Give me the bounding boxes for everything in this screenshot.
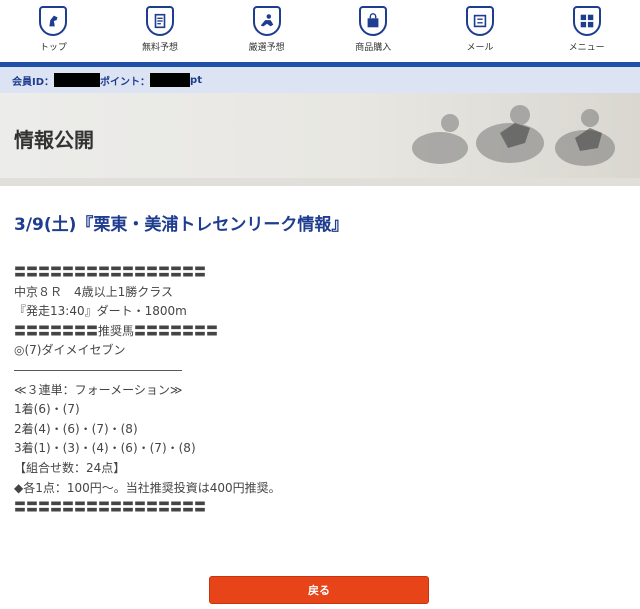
article-line: ≪３連単：フォーメーション≫ xyxy=(14,382,183,397)
article-title: 3/9(土)『栗東・美浦トレセンリーク情報』 xyxy=(14,215,349,235)
article-body: 〓〓〓〓〓〓〓〓〓〓〓〓〓〓〓〓 中京８Ｒ 4歳以上1勝クラス 『発走13:40… xyxy=(14,263,640,518)
nav-item-selected-prediction[interactable]: 厳選予想 xyxy=(217,6,317,53)
article-line: 1着(6)・(7) xyxy=(14,402,80,417)
member-id-label: 会員ID： xyxy=(12,76,55,88)
nav-label: メール xyxy=(466,43,494,53)
nav-label: 商品購入 xyxy=(355,43,392,53)
points-label: ポイント： xyxy=(100,76,151,88)
article-line: 2着(4)・(6)・(7)・(8) xyxy=(14,421,138,436)
document-icon xyxy=(145,6,174,36)
article-line: ―――――――――――――― xyxy=(14,362,182,377)
article-line: 【組合せ数：24点】 xyxy=(14,460,126,475)
article-line: 〓〓〓〓〓〓〓推奨馬〓〓〓〓〓〓〓 xyxy=(14,323,219,338)
article-line: 〓〓〓〓〓〓〓〓〓〓〓〓〓〓〓〓 xyxy=(14,500,207,515)
top-nav: トップ 無料予想 厳選予想 商品購入 メール メニュー xyxy=(0,0,640,62)
mail-icon xyxy=(465,6,494,36)
article-line: 中京８Ｒ 4歳以上1勝クラス xyxy=(14,284,174,299)
horse-racing-illustration xyxy=(412,105,615,166)
nav-item-menu[interactable]: メニュー xyxy=(537,6,637,53)
article-line: 『発走13:40』ダート・1800m xyxy=(14,304,187,319)
redacted-points xyxy=(150,73,191,87)
nav-label: メニュー xyxy=(568,43,605,53)
nav-item-mail[interactable]: メール xyxy=(430,6,530,53)
back-button[interactable]: 戻る xyxy=(209,576,429,604)
nav-item-top[interactable]: トップ xyxy=(3,6,103,53)
grid-icon xyxy=(572,6,601,36)
jockey-icon xyxy=(252,6,281,36)
article-line: 〓〓〓〓〓〓〓〓〓〓〓〓〓〓〓〓 xyxy=(14,265,207,279)
redacted-member-id xyxy=(54,73,101,87)
article-line: 3着(1)・(3)・(4)・(6)・(7)・(8) xyxy=(14,441,196,456)
nav-label: トップ xyxy=(39,43,67,53)
nav-item-purchase[interactable]: 商品購入 xyxy=(323,6,423,53)
page-title: 情報公開 xyxy=(14,128,94,152)
page-header-banner: 情報公開 xyxy=(0,93,640,178)
member-bar: 会員ID： ポイント： pt xyxy=(0,67,640,93)
horse-head-icon xyxy=(39,6,68,36)
nav-label: 厳選予想 xyxy=(248,43,285,53)
shopping-bag-icon xyxy=(359,6,388,36)
nav-label: 無料予想 xyxy=(141,43,178,53)
article-line: ◎(7)ダイメイセブン xyxy=(14,343,126,358)
points-unit: pt xyxy=(190,74,202,86)
banner-bottom xyxy=(0,178,640,186)
nav-item-free-prediction[interactable]: 無料予想 xyxy=(110,6,210,53)
article-line: ◆各1点：100円〜。当社推奨投資は400円推奨。 xyxy=(14,480,281,495)
